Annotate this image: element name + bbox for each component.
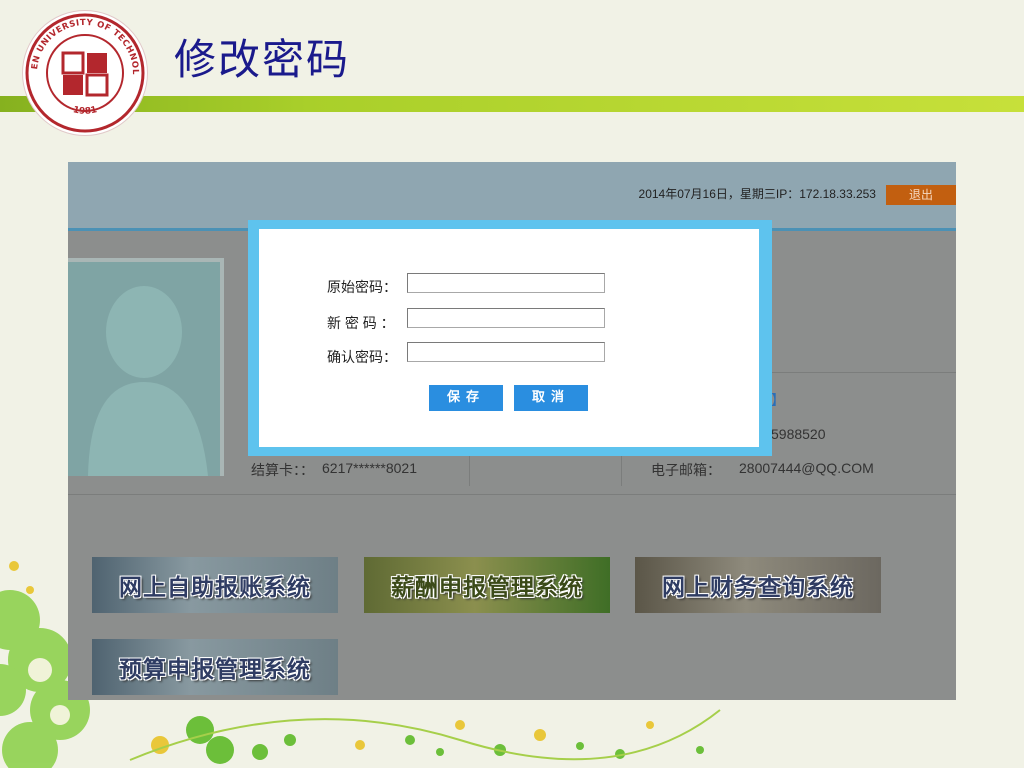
slide-title: 修改密码 (174, 35, 351, 84)
system-button-salary[interactable]: 薪酬申报管理系统 (364, 557, 610, 613)
user-photo-placeholder (68, 258, 224, 476)
system-button-label: 网上自助报账系统 (119, 575, 311, 601)
system-button-label: 薪酬申报管理系统 (391, 575, 583, 601)
avatar-silhouette-icon (88, 286, 208, 476)
system-button-reimbursement[interactable]: 网上自助报账系统 (92, 557, 338, 613)
info-divider (68, 494, 956, 495)
confirm-password-input[interactable] (407, 342, 605, 362)
system-button-label: 预算申报管理系统 (119, 657, 311, 683)
info-divider (621, 452, 622, 486)
logo-area: XIAMEN UNIVERSITY OF TECHNOLOGY 1981 (0, 0, 170, 150)
system-button-budget[interactable]: 预算申报管理系统 (92, 639, 338, 695)
original-password-label: 原始密码： (327, 279, 397, 295)
original-password-input[interactable] (407, 273, 605, 293)
logout-button[interactable]: 退出 (886, 185, 956, 205)
info-divider (469, 452, 470, 486)
date-ip-text: 2014年07月16日，星期三IP：172.18.33.253 (638, 187, 876, 201)
app-header: 2014年07月16日，星期三IP：172.18.33.253 退出 (68, 162, 956, 228)
cancel-button[interactable]: 取消 (514, 385, 588, 411)
new-password-input[interactable] (407, 308, 605, 328)
save-button[interactable]: 保存 (429, 385, 503, 411)
new-password-label: 新 密 码 ： (327, 315, 395, 331)
university-seal-icon: XIAMEN UNIVERSITY OF TECHNOLOGY 1981 (23, 11, 145, 133)
info-link[interactable]: 】 (771, 390, 785, 410)
university-logo: XIAMEN UNIVERSITY OF TECHNOLOGY 1981 (22, 10, 148, 136)
change-password-dialog: 原始密码： 新 密 码 ： 确认密码： 保存 取消 (248, 220, 772, 456)
settlement-card-label: 结算卡：： (251, 462, 314, 478)
email-label: 电子邮箱： (651, 462, 721, 478)
dialog-body: 原始密码： 新 密 码 ： 确认密码： 保存 取消 (259, 229, 759, 447)
settlement-card-value: 6217******8021 (322, 460, 417, 476)
confirm-password-label: 确认密码： (327, 349, 397, 365)
system-button-finance-query[interactable]: 网上财务查询系统 (635, 557, 881, 613)
email-value: 28007444@QQ.COM (739, 460, 874, 476)
phone-value: 5988520 (771, 426, 826, 442)
system-button-label: 网上财务查询系统 (662, 575, 854, 601)
